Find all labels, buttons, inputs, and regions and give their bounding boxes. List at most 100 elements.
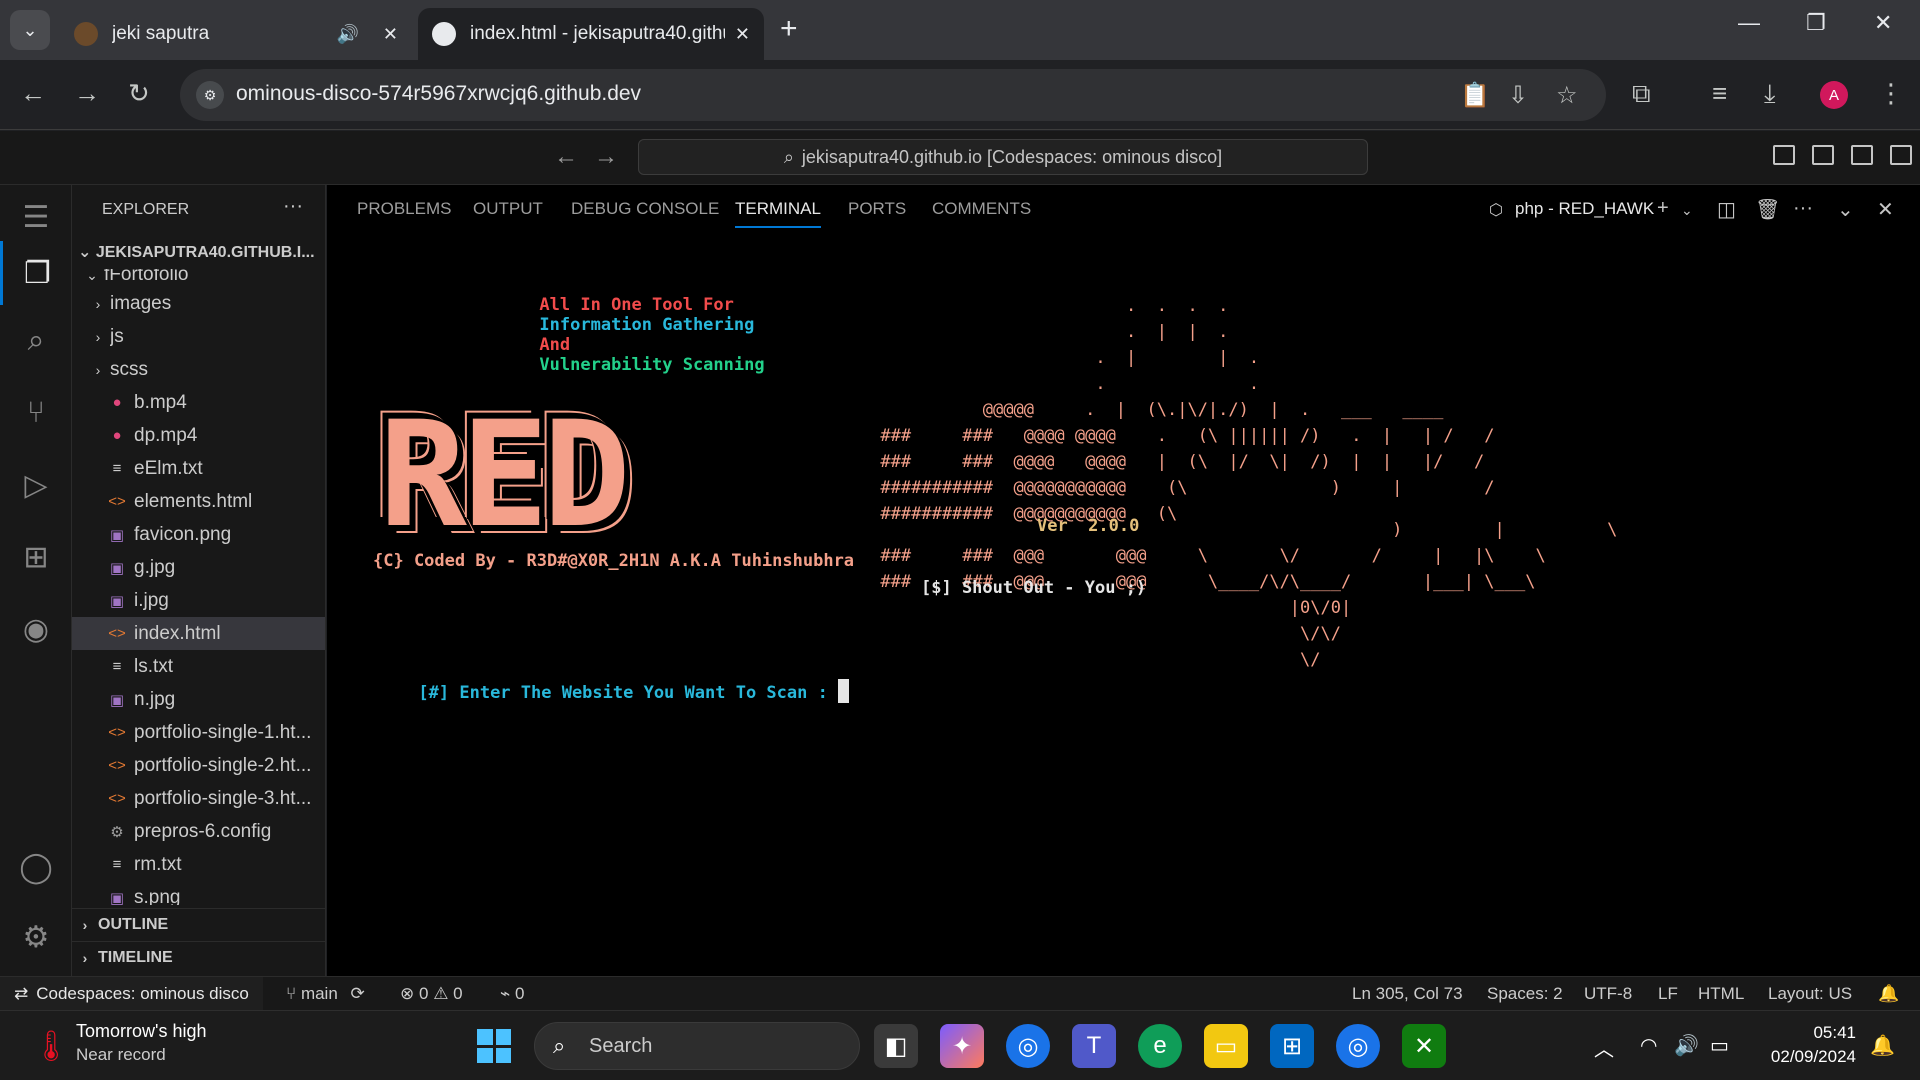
toggle-secondary-sidebar-icon[interactable] [1851,145,1873,165]
tree-item-s-png[interactable]: ▣ s.png [72,881,325,906]
cursor-position[interactable]: Ln 305, Col 73 [1352,984,1463,1004]
download-icon[interactable]: ⤓ [1764,78,1776,110]
tree-item-js[interactable]: › js [72,320,325,353]
toggle-sidebar-icon[interactable] [1773,145,1795,165]
browser-tab-jeki[interactable]: jeki saputra 🔊 ✕ [60,8,412,60]
split-terminal-icon[interactable]: ◫ [1717,197,1736,222]
outline-section[interactable]: › OUTLINE [72,908,325,941]
remote-indicator[interactable]: ⇄ Codespaces: ominous disco [0,977,263,1010]
language-mode[interactable]: HTML [1698,984,1744,1004]
trash-icon[interactable]: 🗑 [1755,197,1780,222]
timeline-section[interactable]: › TIMELINE [72,941,325,974]
chevron-down-icon[interactable]: ⌄ [1681,202,1693,219]
more-actions-icon[interactable]: ··· [1793,197,1813,220]
clipboard-icon[interactable]: 📋 [1460,81,1490,110]
tree-item-index-html[interactable]: <> index.html [72,617,325,650]
edge-icon[interactable]: e [1138,1024,1182,1068]
file-explorer-icon[interactable]: ▭ [1204,1024,1248,1068]
terminal-name[interactable]: php - RED_HAWK [1515,199,1654,219]
source-control-icon[interactable]: ⑂ [0,381,72,445]
new-terminal-icon[interactable]: + [1657,197,1669,220]
tab-problems[interactable]: PROBLEMS [357,199,451,219]
site-info-icon[interactable]: ⚙ [196,81,224,109]
volume-icon[interactable]: 🔊 [1674,1033,1699,1058]
close-tab-icon[interactable]: ✕ [383,24,398,45]
tree-item-prepros-config[interactable]: ⚙ prepros-6.config [72,815,325,848]
customize-layout-icon[interactable] [1890,145,1912,165]
clock-time[interactable]: 05:41 [1770,1023,1856,1043]
tab-debug-console[interactable]: DEBUG CONSOLE [571,199,719,219]
tree-item-n-jpg[interactable]: ▣ n.jpg [72,683,325,716]
back-icon[interactable]: ← [20,78,46,109]
tab-output[interactable]: OUTPUT [473,199,543,219]
tree-item-g-jpg[interactable]: ▣ g.jpg [72,551,325,584]
windows-start-icon[interactable] [477,1029,511,1063]
tab-terminal[interactable]: TERMINAL [735,199,821,228]
settings-gear-icon[interactable]: ⚙ [0,905,72,969]
notification-icon[interactable]: 🔔 [1870,1033,1895,1058]
tree-item-favicon-png[interactable]: ▣ favicon.png [72,518,325,551]
weather-line2[interactable]: Near record [76,1045,166,1065]
tree-item-eelm-txt[interactable]: ≡ eElm.txt [72,452,325,485]
more-actions-icon[interactable]: ··· [283,195,303,218]
url-text[interactable]: ominous-disco-574r5967xrwcjq6.github.dev [236,82,641,106]
weather-line1[interactable]: Tomorrow's high [76,1021,206,1042]
notifications-bell-icon[interactable]: 🔔 [1878,984,1899,1004]
terminal-output[interactable]: All In One Tool For Information Gatherin… [327,235,1920,976]
minimize-icon[interactable]: — [1738,10,1760,36]
restore-icon[interactable]: ❐ [1806,10,1826,36]
extensions-icon[interactable]: ⊞ [0,525,72,589]
xbox-icon[interactable]: ✕ [1402,1024,1446,1068]
run-debug-icon[interactable]: ▷ [0,453,72,517]
folder-ffortofolio[interactable]: ⌄ fFortofolio [72,269,325,287]
keyboard-layout[interactable]: Layout: US [1768,984,1852,1004]
bookmark-star-icon[interactable]: ☆ [1556,81,1578,110]
github-icon[interactable]: ◉ [0,597,72,661]
taskbar-search[interactable]: ⌕ Search [534,1022,860,1070]
tree-item-portfolio-single-3[interactable]: <> portfolio-single-3.ht... [72,782,325,815]
more-menu-icon[interactable]: ⋮ [1878,78,1904,109]
teams-icon[interactable]: T [1072,1024,1116,1068]
tab-search-button[interactable]: ⌄ [10,10,50,50]
tab-comments[interactable]: COMMENTS [932,199,1031,219]
forward-icon[interactable]: → [594,143,618,171]
chevron-down-icon[interactable]: ⌄ [1837,197,1854,222]
wifi-icon[interactable]: ◠ [1640,1033,1657,1058]
browser-tab-index[interactable]: index.html - jekisaputra40.githu ✕ [418,8,764,60]
copilot-icon[interactable]: ✦ [940,1024,984,1068]
thermometer-icon[interactable]: 🌡 [32,1029,70,1064]
indentation[interactable]: Spaces: 2 [1487,984,1563,1004]
account-icon[interactable]: ◯ [0,835,72,899]
speaker-icon[interactable]: 🔊 [336,24,358,45]
menu-icon[interactable]: ☰ [0,185,72,249]
microsoft-store-icon[interactable]: ⊞ [1270,1024,1314,1068]
problems-indicator[interactable]: ⊗ 0 ⚠ 0 [400,984,463,1004]
branch-indicator[interactable]: ⑂ main ⟳ [286,984,365,1004]
tree-item-i-jpg[interactable]: ▣ i.jpg [72,584,325,617]
tree-item-images[interactable]: › images [72,287,325,320]
close-tab-icon[interactable]: ✕ [735,24,750,45]
tree-item-scss[interactable]: › scss [72,353,325,386]
chrome-profile-icon[interactable]: ◎ [1336,1024,1380,1068]
chrome-icon[interactable]: ◎ [1006,1024,1050,1068]
back-icon[interactable]: ← [554,143,578,171]
close-window-icon[interactable]: ✕ [1874,10,1892,36]
tree-item-ls-txt[interactable]: ≡ ls.txt [72,650,325,683]
tree-item-portfolio-single-1[interactable]: <> portfolio-single-1.ht... [72,716,325,749]
forward-icon[interactable]: → [74,78,100,109]
tree-item-elements-html[interactable]: <> elements.html [72,485,325,518]
toggle-panel-icon[interactable] [1812,145,1834,165]
tree-item-rm-txt[interactable]: ≡ rm.txt [72,848,325,881]
tree-item-b-mp4[interactable]: ● b.mp4 [72,386,325,419]
explorer-icon[interactable]: ❐ [0,241,72,305]
line-endings[interactable]: LF [1658,984,1678,1004]
tree-item-dp-mp4[interactable]: ● dp.mp4 [72,419,325,452]
command-center[interactable]: ⌕ jekisaputra40.github.io [Codespaces: o… [638,139,1368,175]
chevron-up-icon[interactable]: ︿ [1594,1033,1614,1062]
address-bar[interactable]: ⚙ ominous-disco-574r5967xrwcjq6.github.d… [180,69,1606,121]
close-panel-icon[interactable]: ✕ [1877,197,1894,222]
profile-avatar[interactable]: A [1820,81,1848,109]
task-view-icon[interactable]: ◧ [874,1024,918,1068]
ports-indicator[interactable]: ⌁ 0 [500,984,524,1004]
clock-date[interactable]: 02/09/2024 [1760,1047,1856,1067]
